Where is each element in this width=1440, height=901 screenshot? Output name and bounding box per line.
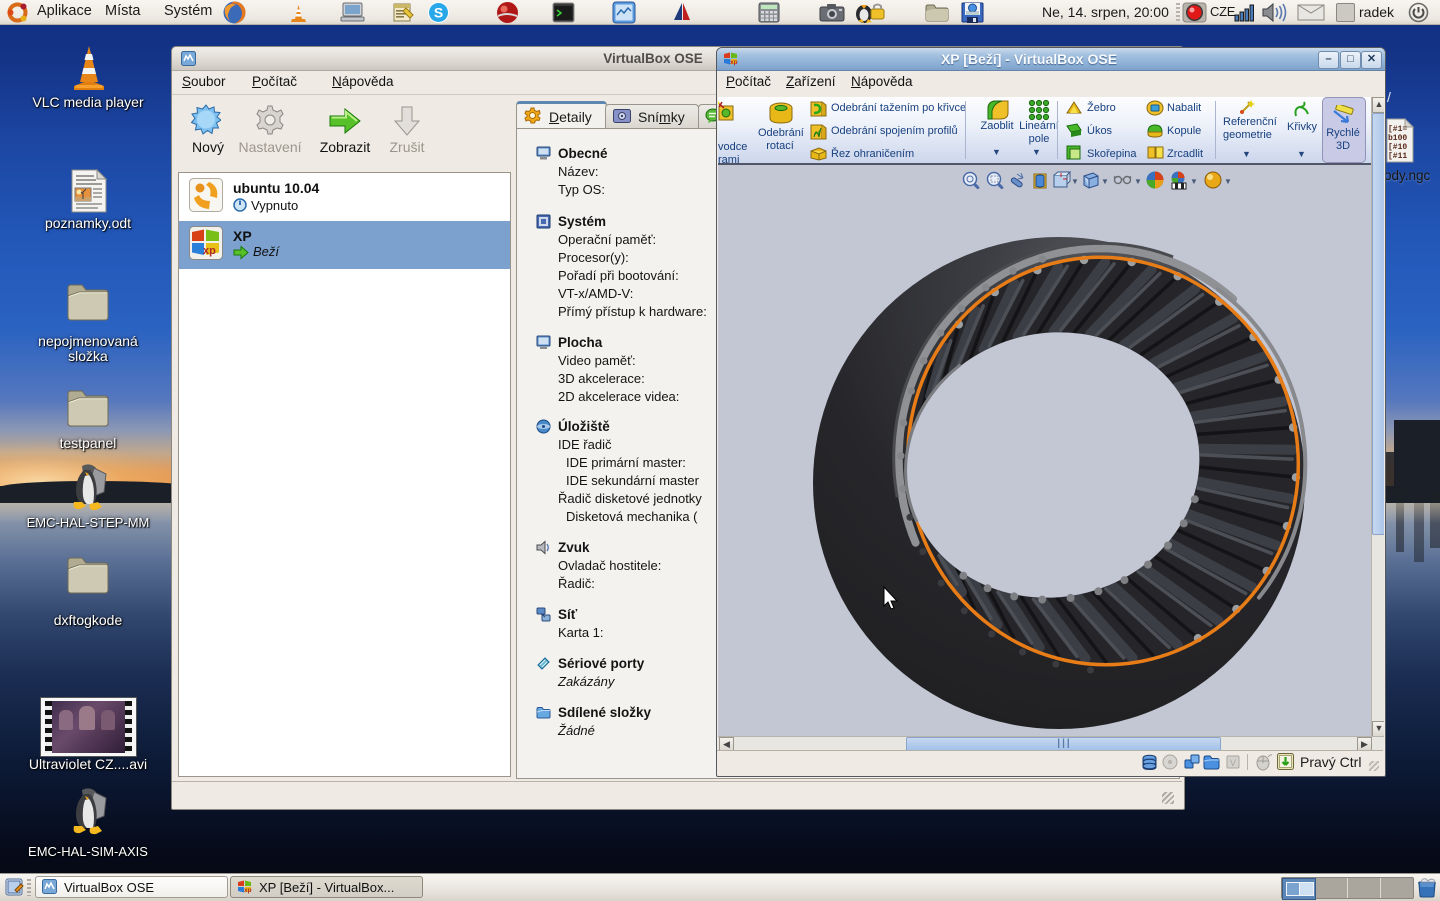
- svg-text:▼: ▼: [1071, 177, 1079, 186]
- svg-text:xp: xp: [203, 245, 216, 257]
- svg-text:xp: xp: [244, 887, 252, 894]
- svg-text:▼: ▼: [1134, 177, 1142, 186]
- svg-text:[#11: [#11: [1388, 152, 1407, 161]
- svg-text:[#10: [#10: [1388, 143, 1407, 152]
- svg-text:[#1=: [#1=: [1388, 125, 1407, 134]
- svg-text:V: V: [1230, 758, 1236, 768]
- svg-text:▼: ▼: [1224, 177, 1232, 186]
- svg-text:▼: ▼: [1190, 177, 1198, 186]
- svg-text:S: S: [434, 5, 443, 21]
- svg-text:▼: ▼: [1101, 177, 1109, 186]
- svg-text:b100: b100: [1388, 134, 1407, 143]
